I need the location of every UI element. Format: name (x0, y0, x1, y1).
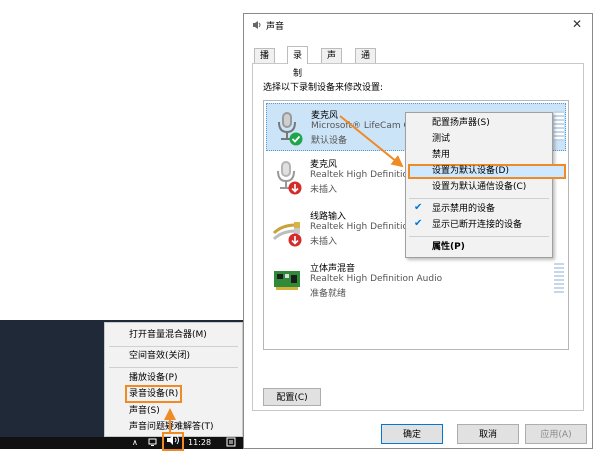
arrow-to-set-default (339, 115, 404, 168)
tab-recording[interactable]: 录制 (287, 46, 309, 79)
